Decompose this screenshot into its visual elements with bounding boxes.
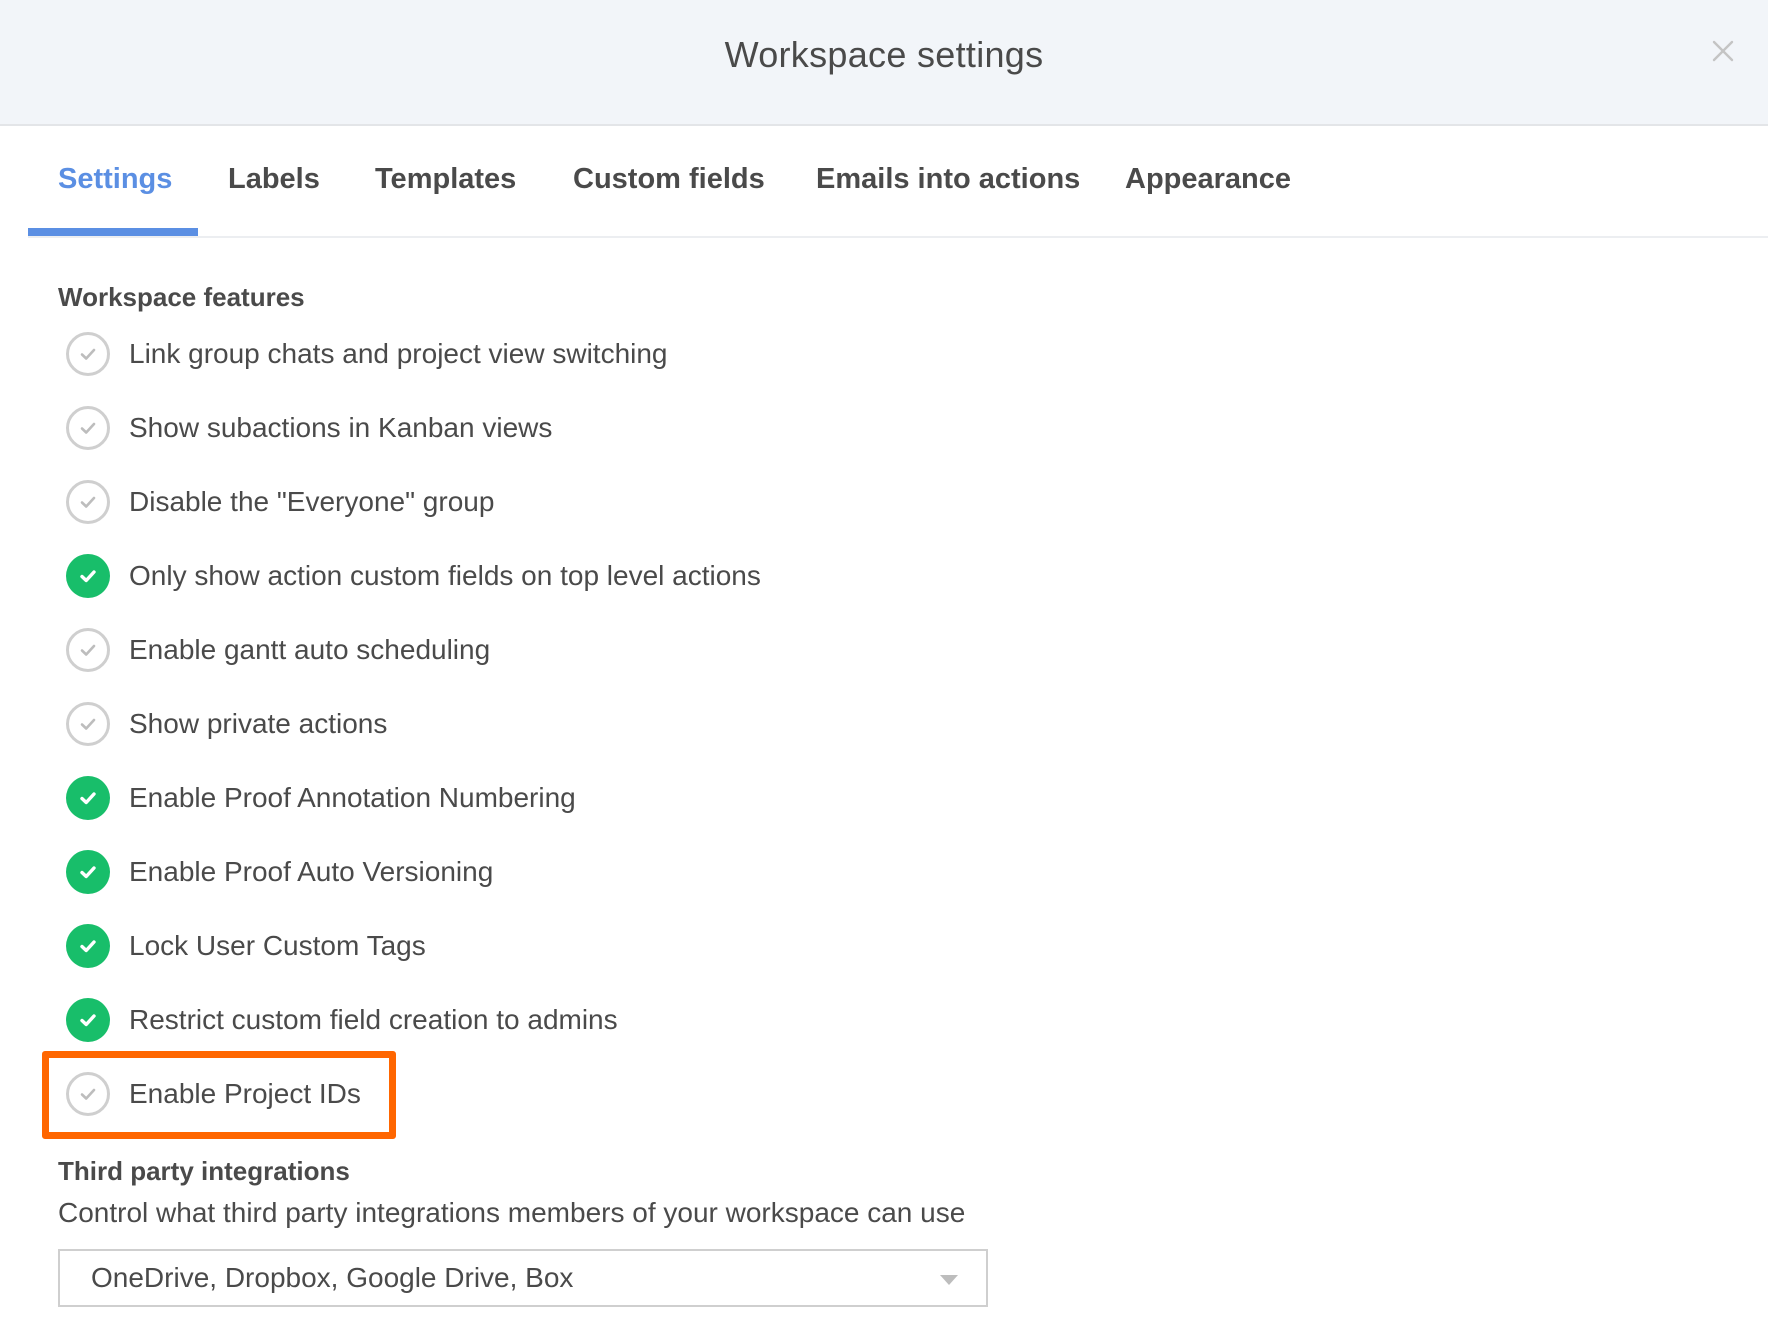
unchecked-circle-icon[interactable]	[66, 702, 110, 746]
unchecked-circle-icon[interactable]	[66, 332, 110, 376]
modal-header: Workspace settings	[0, 0, 1768, 126]
feature-label: Enable Proof Annotation Numbering	[129, 782, 576, 813]
unchecked-circle-icon[interactable]	[66, 628, 110, 672]
feature-toggle[interactable]: Lock User Custom Tags	[66, 923, 1066, 969]
checkmark-icon	[80, 496, 96, 508]
feature-toggle[interactable]: Show subactions in Kanban views	[66, 405, 1066, 451]
unchecked-circle-icon[interactable]	[66, 480, 110, 524]
tab-bar: Settings Labels Templates Custom fields …	[28, 126, 1768, 238]
feature-toggle[interactable]: Disable the "Everyone" group	[66, 479, 1066, 525]
feature-label: Enable gantt auto scheduling	[129, 634, 491, 665]
feature-label: Show subactions in Kanban views	[129, 412, 553, 443]
feature-label: Restrict custom field creation to admins	[129, 1004, 618, 1035]
checkmark-icon	[80, 422, 96, 434]
tab-appearance[interactable]: Appearance	[1125, 158, 1291, 236]
checkmark-icon	[80, 792, 96, 805]
tab-custom-fields[interactable]: Custom fields	[573, 158, 765, 236]
feature-label: Enable Proof Auto Versioning	[129, 856, 494, 887]
tab-labels[interactable]: Labels	[228, 158, 320, 236]
feature-toggle[interactable]: Enable Project IDs	[66, 1071, 1066, 1117]
third-party-description: Control what third party integrations me…	[58, 1197, 966, 1228]
tab-emails-into-actions[interactable]: Emails into actions	[816, 158, 1080, 236]
tab-settings[interactable]: Settings	[58, 158, 172, 236]
feature-label: Lock User Custom Tags	[129, 930, 426, 961]
feature-toggle[interactable]: Link group chats and project view switch…	[66, 331, 1066, 377]
unchecked-circle-icon[interactable]	[66, 406, 110, 450]
feature-label: Show private actions	[129, 708, 388, 739]
checked-circle-icon[interactable]	[66, 850, 110, 894]
checkmark-icon	[80, 940, 96, 953]
feature-label: Enable Project IDs	[129, 1078, 361, 1109]
checkmark-icon	[80, 1014, 96, 1027]
checkmark-icon	[80, 644, 96, 656]
feature-toggle[interactable]: Restrict custom field creation to admins	[66, 997, 1066, 1043]
checkmark-icon	[80, 570, 96, 583]
checkmark-icon	[80, 1088, 96, 1100]
feature-label: Link group chats and project view switch…	[129, 338, 668, 369]
modal-title: Workspace settings	[724, 34, 1044, 75]
close-icon	[1712, 40, 1734, 62]
feature-toggle[interactable]: Enable Proof Annotation Numbering	[66, 775, 1066, 821]
checkmark-icon	[80, 718, 96, 730]
checked-circle-icon[interactable]	[66, 998, 110, 1042]
feature-toggle[interactable]: Enable Proof Auto Versioning	[66, 849, 1066, 895]
unchecked-circle-icon[interactable]	[66, 1072, 110, 1116]
feature-toggle[interactable]: Enable gantt auto scheduling	[66, 627, 1066, 673]
feature-toggle[interactable]: Only show action custom fields on top le…	[66, 553, 1066, 599]
feature-label: Only show action custom fields on top le…	[129, 560, 761, 591]
checkmark-icon	[80, 348, 96, 360]
third-party-title: Third party integrations	[58, 1156, 350, 1186]
chevron-down-icon	[940, 1275, 958, 1285]
close-button[interactable]	[1708, 36, 1738, 66]
checked-circle-icon[interactable]	[66, 554, 110, 598]
integrations-selected-value: OneDrive, Dropbox, Google Drive, Box	[91, 1262, 574, 1293]
checked-circle-icon[interactable]	[66, 776, 110, 820]
workspace-features-title: Workspace features	[58, 282, 305, 312]
checked-circle-icon[interactable]	[66, 924, 110, 968]
tab-templates[interactable]: Templates	[375, 158, 516, 236]
integrations-dropdown[interactable]: OneDrive, Dropbox, Google Drive, Box	[58, 1249, 988, 1307]
feature-toggle[interactable]: Show private actions	[66, 701, 1066, 747]
checkmark-icon	[80, 866, 96, 879]
active-tab-indicator	[28, 228, 198, 236]
feature-label: Disable the "Everyone" group	[129, 486, 495, 517]
